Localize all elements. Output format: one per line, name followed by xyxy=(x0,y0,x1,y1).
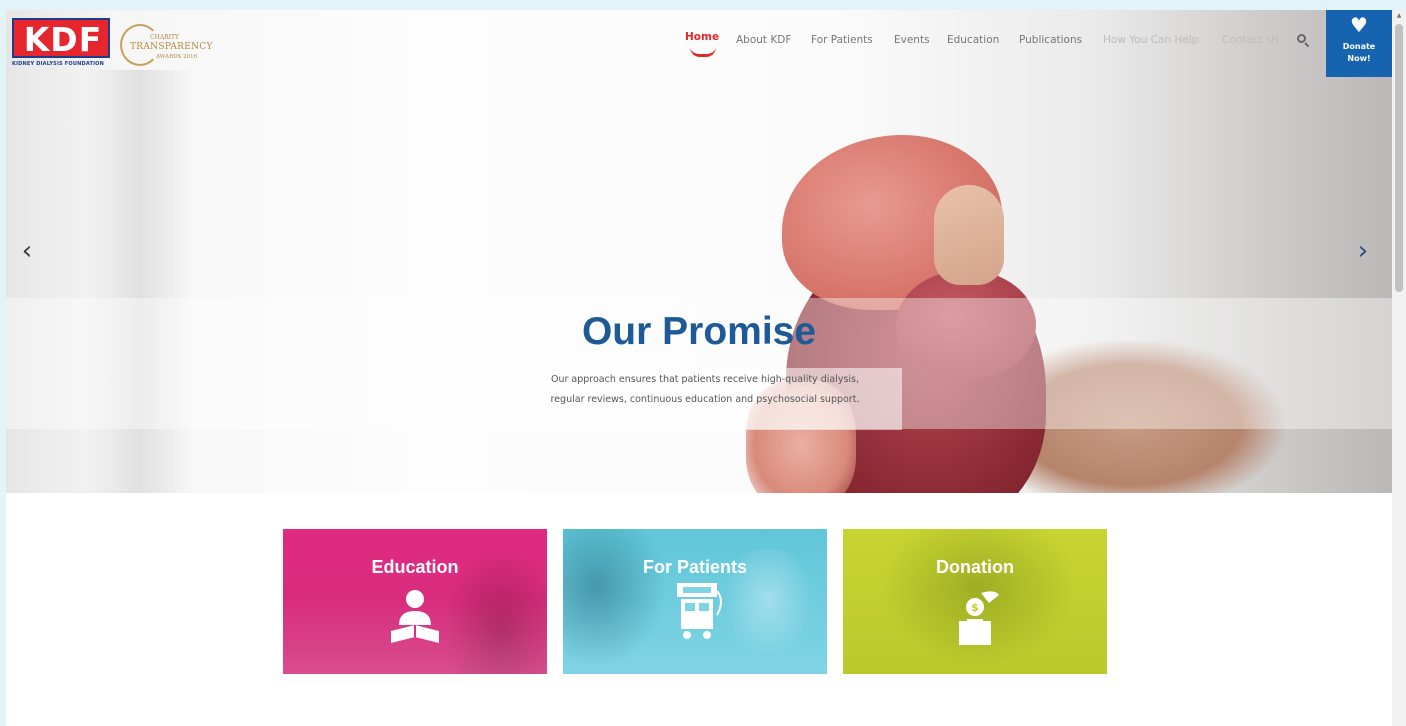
nav-events[interactable]: Events xyxy=(894,34,930,54)
tile-education[interactable]: Education xyxy=(283,529,547,674)
nav-education[interactable]: Education xyxy=(947,34,999,54)
heart-icon: ♥ xyxy=(1350,13,1368,37)
logo-subtitle: KIDNEY DIALYSIS FOUNDATION xyxy=(12,61,105,67)
page-scrollbar[interactable]: ▲ xyxy=(1392,10,1406,726)
donate-now-button[interactable]: ♥ Donate Now! xyxy=(1326,10,1392,77)
slider-prev-arrow-icon[interactable]: ‹ xyxy=(12,236,42,266)
slider-next-arrow-icon[interactable]: › xyxy=(1348,236,1378,266)
donate-label-line-2: Now! xyxy=(1347,54,1371,63)
hero-text-line-1: Our approach ensures that patients recei… xyxy=(550,374,860,385)
tile-donation[interactable]: Donation $ xyxy=(843,529,1107,674)
nav-how-you-can-help[interactable]: How You Can Help xyxy=(1103,34,1198,54)
hero-title: Our Promise xyxy=(581,310,817,353)
tile-for-patients[interactable]: For Patients xyxy=(563,529,827,674)
site-header: KDF KIDNEY DIALYSIS FOUNDATION CHARITY T… xyxy=(6,10,1392,80)
hero-slider: Our Promise Our approach ensures that pa… xyxy=(6,10,1392,493)
tile-donation-title: Donation xyxy=(936,557,1014,577)
search-icon[interactable] xyxy=(1297,34,1311,48)
hero-text-line-2: regular reviews, continuous education an… xyxy=(550,394,860,405)
nav-for-patients[interactable]: For Patients xyxy=(811,34,873,54)
page-frame: Our Promise Our approach ensures that pa… xyxy=(6,10,1392,726)
scroll-up-arrow-icon[interactable]: ▲ xyxy=(1395,12,1403,20)
dialysis-machine-icon xyxy=(677,583,722,639)
scrollbar-thumb[interactable] xyxy=(1395,24,1403,292)
nav-active-indicator xyxy=(690,47,716,57)
tile-education-title: Education xyxy=(371,557,459,577)
donate-label-line-1: Donate xyxy=(1342,42,1376,51)
donation-box-icon: $ xyxy=(959,591,999,645)
reading-person-icon xyxy=(391,590,439,643)
nav-contact-us[interactable]: Contact Us xyxy=(1222,34,1279,54)
charity-award-logo: CHARITY TRANSPARENCY AWARDS 2016 xyxy=(120,16,212,68)
svg-text:$: $ xyxy=(971,601,979,614)
tile-for-patients-title: For Patients xyxy=(642,557,748,577)
logo-text: KDF xyxy=(23,20,103,59)
nav-publications[interactable]: Publications xyxy=(1019,34,1082,54)
nav-about-kdf[interactable]: About KDF xyxy=(736,34,791,54)
kdf-logo[interactable]: KDF KIDNEY DIALYSIS FOUNDATION xyxy=(12,16,112,68)
